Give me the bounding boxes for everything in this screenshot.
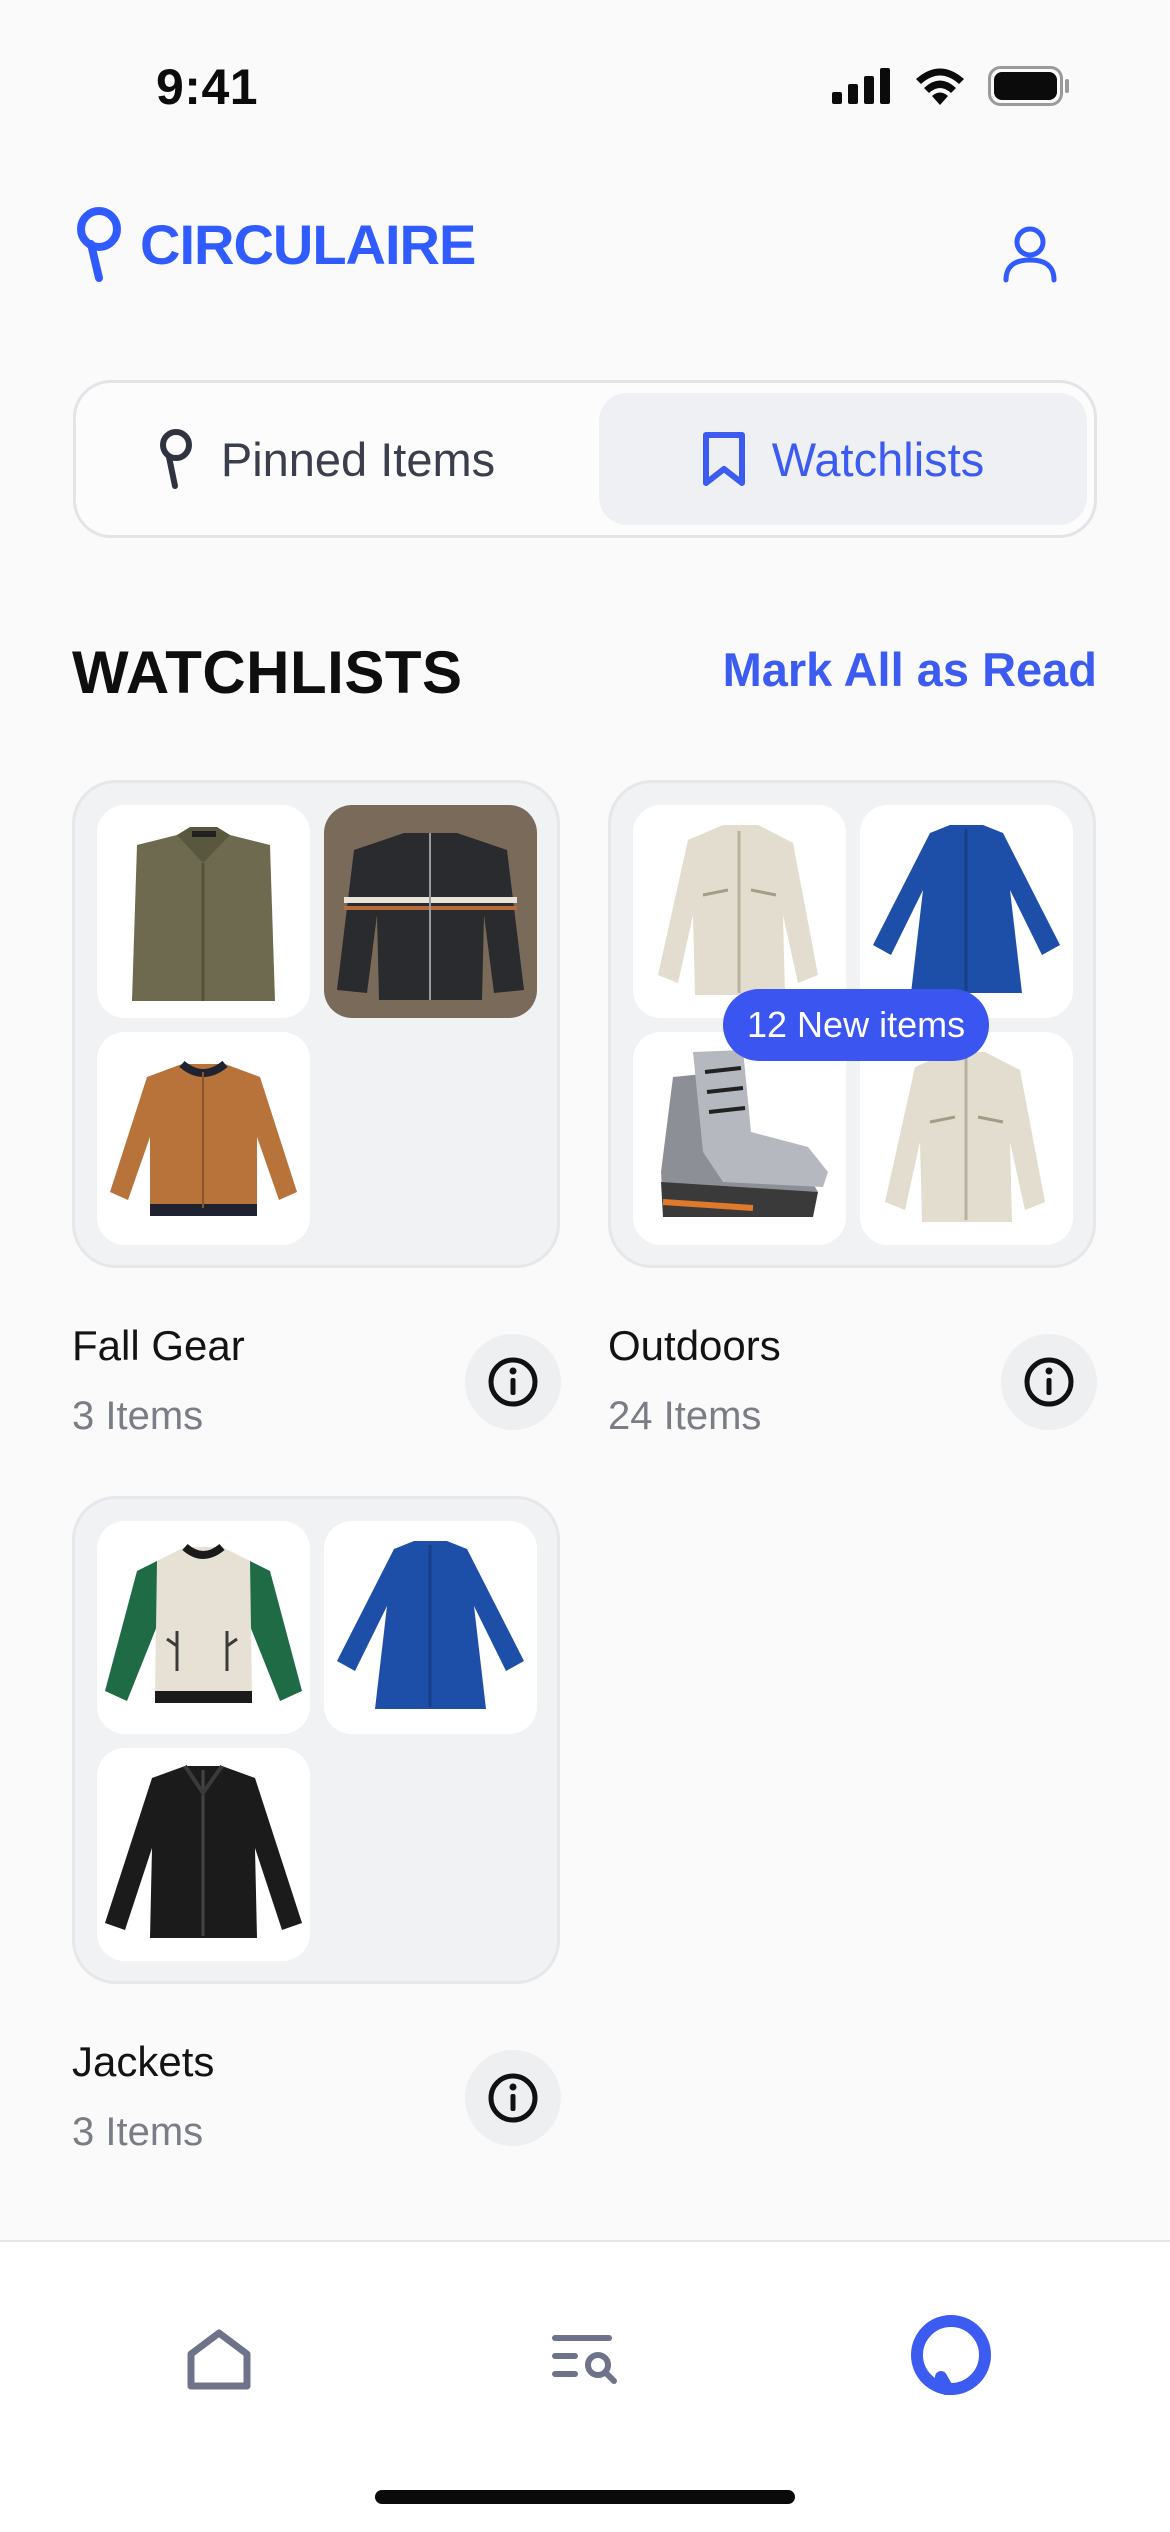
black-leather-jacket-image: [97, 1748, 310, 1961]
cellular-signal-icon: [832, 68, 890, 104]
mark-all-read-button[interactable]: Mark All as Read: [723, 642, 1097, 697]
watchlist-card-fall-gear[interactable]: [72, 780, 560, 1268]
cactus-varsity-jacket-image: [97, 1521, 310, 1734]
watchlist-name: Outdoors: [608, 1322, 781, 1369]
home-icon: [187, 2329, 251, 2390]
user-icon: [1003, 226, 1057, 283]
circulaire-pin-icon: [911, 2315, 991, 2395]
watchlist-name: Jackets: [72, 2038, 215, 2085]
brand-logo: CIRCULAIRE: [76, 206, 476, 282]
page-title: WATCHLISTS: [72, 639, 463, 706]
item-thumbnail: [97, 1748, 310, 1961]
hiking-boots-image: [633, 1032, 846, 1245]
wifi-icon: [916, 68, 964, 105]
pin-icon: [159, 429, 192, 489]
item-thumbnail: [633, 805, 846, 1018]
item-thumbnail: [633, 1032, 846, 1245]
watchlist-info-button[interactable]: [1001, 1334, 1097, 1430]
bottom-tab-bar: [0, 2240, 1170, 2532]
tab-search[interactable]: [540, 2314, 630, 2404]
view-segmented-control: Pinned Items Watchlists: [73, 380, 1097, 538]
watchlist-name: Fall Gear: [72, 1322, 245, 1369]
info-icon: [488, 2073, 538, 2123]
tab-pinned-items[interactable]: Pinned Items: [86, 393, 566, 525]
beige-parka-image: [633, 805, 846, 1018]
tab-pinned-label: Pinned Items: [220, 432, 496, 486]
item-thumbnail: [97, 1032, 310, 1245]
bookmark-icon: [702, 432, 745, 486]
info-icon: [488, 1357, 538, 1407]
item-thumbnail: [860, 805, 1073, 1018]
watchlist-info-button[interactable]: [465, 2050, 561, 2146]
leather-moto-jacket-image: [324, 805, 537, 1018]
tab-watchlists-label: Watchlists: [771, 432, 985, 486]
search-list-icon: [552, 2335, 617, 2384]
tab-home[interactable]: [174, 2314, 264, 2404]
blue-coat-image: [860, 805, 1073, 1018]
brand-name: CIRCULAIRE: [140, 212, 476, 276]
item-thumbnail: [860, 1032, 1073, 1245]
watchlist-count: 24 Items: [608, 1394, 762, 1438]
item-thumbnail: [97, 805, 310, 1018]
info-icon: [1024, 1357, 1074, 1407]
new-items-badge: 12 New items: [723, 989, 990, 1061]
home-indicator: [375, 2490, 795, 2504]
blue-coat-image: [324, 1521, 537, 1734]
beige-parka-image: [860, 1032, 1073, 1245]
olive-shirt-image: [97, 805, 310, 1018]
item-thumbnail: [97, 1521, 310, 1734]
item-thumbnail: [324, 805, 537, 1018]
status-time: 9:41: [156, 59, 259, 115]
item-thumbnail: [324, 1521, 537, 1734]
battery-icon: [988, 66, 1069, 106]
watchlist-card-jackets[interactable]: [72, 1496, 560, 1984]
profile-button[interactable]: [990, 214, 1070, 294]
watchlist-count: 3 Items: [72, 1394, 204, 1438]
watchlist-count: 3 Items: [72, 2110, 204, 2154]
status-icons: [832, 66, 1070, 106]
watchlist-info-button[interactable]: [465, 1334, 561, 1430]
suede-bomber-jacket-image: [97, 1032, 310, 1245]
tab-watchlists-nav[interactable]: [906, 2310, 996, 2400]
tab-watchlists[interactable]: Watchlists: [599, 393, 1087, 525]
circulaire-pin-icon: [77, 207, 121, 282]
